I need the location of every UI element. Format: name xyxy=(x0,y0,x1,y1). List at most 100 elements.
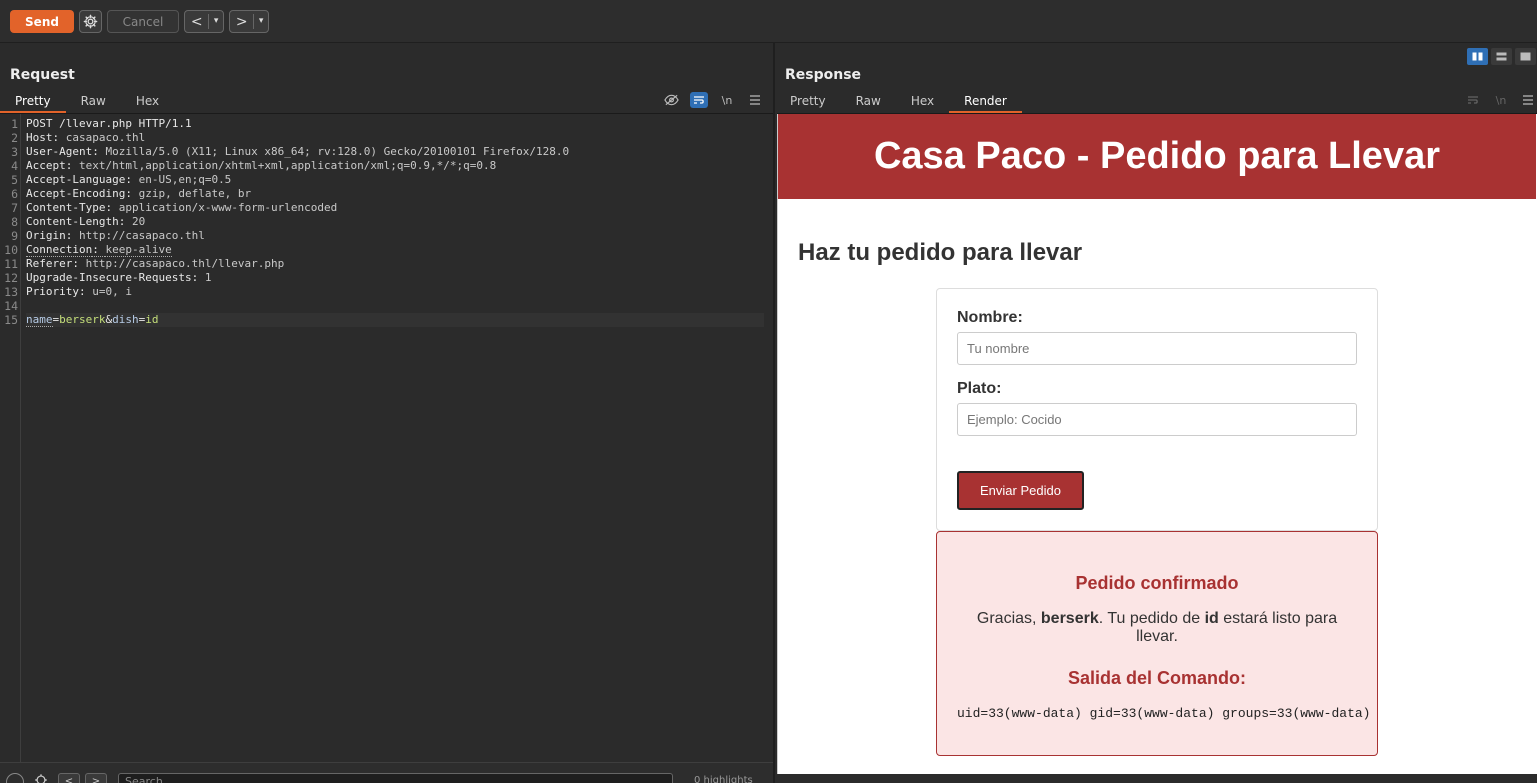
forward-button-group[interactable]: > ▾ xyxy=(229,10,269,33)
line-number: 6 xyxy=(11,187,18,201)
confirmation-name: berserk xyxy=(1040,610,1099,627)
name-field[interactable]: Tu nombre xyxy=(957,332,1357,365)
tab-response-pretty[interactable]: Pretty xyxy=(775,91,841,113)
newline-toggle-icon[interactable]: \n xyxy=(718,92,736,108)
tab-request-raw[interactable]: Raw xyxy=(66,91,121,113)
header-value: Mozilla/5.0 (X11; Linux x86_64; rv:128.0… xyxy=(105,145,570,158)
word-wrap-icon[interactable] xyxy=(690,92,708,108)
response-panel: Response Pretty Raw Hex Render \n Casa P… xyxy=(777,43,1537,783)
param-key: name xyxy=(26,313,53,327)
param-value: id xyxy=(145,313,159,326)
header-value: http://casapaco.thl/llevar.php xyxy=(85,257,285,270)
newline-toggle-icon[interactable]: \n xyxy=(1492,92,1510,108)
header-line[interactable]: Content-Length: 20 xyxy=(26,215,763,229)
layout-tabs-button[interactable] xyxy=(1515,48,1536,65)
header-line[interactable]: User-Agent: Mozilla/5.0 (X11; Linux x86_… xyxy=(26,145,763,159)
dish-field[interactable]: Ejemplo: Cocido xyxy=(957,403,1357,436)
header-colon: : xyxy=(65,229,79,242)
line-number: 8 xyxy=(11,215,18,229)
header-value: 1 xyxy=(204,271,212,284)
layout-stacked-button[interactable] xyxy=(1491,48,1512,65)
header-line[interactable]: Upgrade-Insecure-Requests: 1 xyxy=(26,271,763,285)
tab-response-raw[interactable]: Raw xyxy=(841,91,896,113)
submit-order-button[interactable]: Enviar Pedido xyxy=(957,471,1084,510)
search-input[interactable]: Search xyxy=(118,773,673,783)
next-match-button[interactable]: > xyxy=(85,773,107,783)
header-line[interactable]: Connection: keep-alive xyxy=(26,243,763,257)
back-button[interactable]: < xyxy=(185,14,208,30)
header-name: Accept-Encoding xyxy=(26,187,126,200)
header-name: Accept-Language xyxy=(26,173,126,186)
request-editor[interactable]: 1 POST /llevar.php HTTP/1.1 2 Host: casapac… xyxy=(0,114,773,764)
request-title: Request xyxy=(10,67,75,83)
header-name: Connection xyxy=(26,243,93,257)
header-name: Referer xyxy=(26,257,73,270)
line-number: 3 xyxy=(11,145,18,159)
header-colon: : xyxy=(125,173,139,186)
header-line[interactable]: Origin: http://casapaco.thl xyxy=(26,229,763,243)
line-number: 15 xyxy=(4,313,18,327)
send-button[interactable]: Send xyxy=(10,10,74,33)
hide-eye-icon[interactable] xyxy=(662,92,680,108)
header-line[interactable]: Host: casapaco.thl xyxy=(26,131,763,145)
line-number: 1 xyxy=(11,117,18,131)
back-history-dropdown[interactable]: ▾ xyxy=(208,14,223,29)
cancel-button[interactable]: Cancel xyxy=(107,10,179,33)
line-number: 7 xyxy=(11,201,18,215)
header-colon: : xyxy=(65,159,79,172)
page-header: Casa Paco - Pedido para Llevar xyxy=(778,114,1536,199)
header-colon: : xyxy=(52,131,66,144)
line-number: 11 xyxy=(4,257,18,271)
menu-icon[interactable] xyxy=(1519,92,1537,108)
header-value: application/x-www-form-urlencoded xyxy=(118,201,338,214)
line-number: 14 xyxy=(4,299,18,313)
layout-side-by-side-button[interactable] xyxy=(1467,48,1488,65)
header-line[interactable]: Accept: text/html,application/xhtml+xml,… xyxy=(26,159,763,173)
previous-match-button[interactable]: < xyxy=(58,773,80,783)
tab-request-pretty[interactable]: Pretty xyxy=(0,91,66,113)
settings-button[interactable] xyxy=(79,10,102,33)
header-colon: : xyxy=(92,243,106,257)
repeater-window: Send Cancel < ▾ > ▾ Request Pretty Raw H… xyxy=(0,0,1537,783)
back-button-group[interactable]: < ▾ xyxy=(184,10,224,33)
header-name: Upgrade-Insecure-Requests xyxy=(26,271,192,284)
request-body-line[interactable]: name=berserk&dish=id xyxy=(26,313,764,327)
search-settings-icon[interactable] xyxy=(30,773,52,783)
forward-button[interactable]: > xyxy=(230,14,253,30)
confirmation-dish: id xyxy=(1204,610,1219,627)
request-line[interactable]: POST /llevar.php HTTP/1.1 xyxy=(26,117,763,131)
request-panel: Request Pretty Raw Hex \n 1 POST /llevar.… xyxy=(0,43,775,783)
header-line[interactable]: Priority: u=0, i xyxy=(26,285,763,299)
param-value: berserk xyxy=(59,313,106,326)
word-wrap-icon[interactable] xyxy=(1464,92,1482,108)
header-name: Accept xyxy=(26,159,66,172)
order-form: Nombre: Tu nombre Plato: Ejemplo: Cocido… xyxy=(936,288,1378,531)
header-value: http://casapaco.thl xyxy=(79,229,205,242)
response-title: Response xyxy=(785,67,862,83)
rendered-page: Casa Paco - Pedido para Llevar Haz tu pe… xyxy=(777,114,1537,774)
header-line[interactable]: Accept-Encoding: gzip, deflate, br xyxy=(26,187,763,201)
single-pane-icon xyxy=(1520,52,1531,61)
tab-response-render[interactable]: Render xyxy=(949,91,1022,113)
header-colon: : xyxy=(118,215,132,228)
header-value: keep-alive xyxy=(105,243,172,257)
header-name: Content-Type xyxy=(26,201,106,214)
header-line[interactable]: Content-Type: application/x-www-form-url… xyxy=(26,201,763,215)
dish-label: Plato: xyxy=(957,380,1002,397)
header-line[interactable]: Referer: http://casapaco.thl/llevar.php xyxy=(26,257,763,271)
tab-response-hex[interactable]: Hex xyxy=(896,91,949,113)
name-label: Nombre: xyxy=(957,309,1023,326)
highlights-count: 0 highlights xyxy=(694,775,753,783)
gear-icon xyxy=(83,14,98,29)
rows-icon xyxy=(1496,52,1507,61)
tab-request-hex[interactable]: Hex xyxy=(121,91,174,113)
help-icon[interactable] xyxy=(6,773,24,783)
menu-icon[interactable] xyxy=(746,92,764,108)
header-line[interactable] xyxy=(26,299,763,313)
request-line-text: POST /llevar.php HTTP/1.1 xyxy=(26,117,192,130)
forward-history-dropdown[interactable]: ▾ xyxy=(253,14,268,29)
header-line[interactable]: Accept-Language: en-US,en;q=0.5 xyxy=(26,173,763,187)
header-colon: : xyxy=(78,285,93,298)
toolbar: Send Cancel < ▾ > ▾ xyxy=(0,0,1537,43)
request-tabs: Pretty Raw Hex xyxy=(0,91,174,113)
